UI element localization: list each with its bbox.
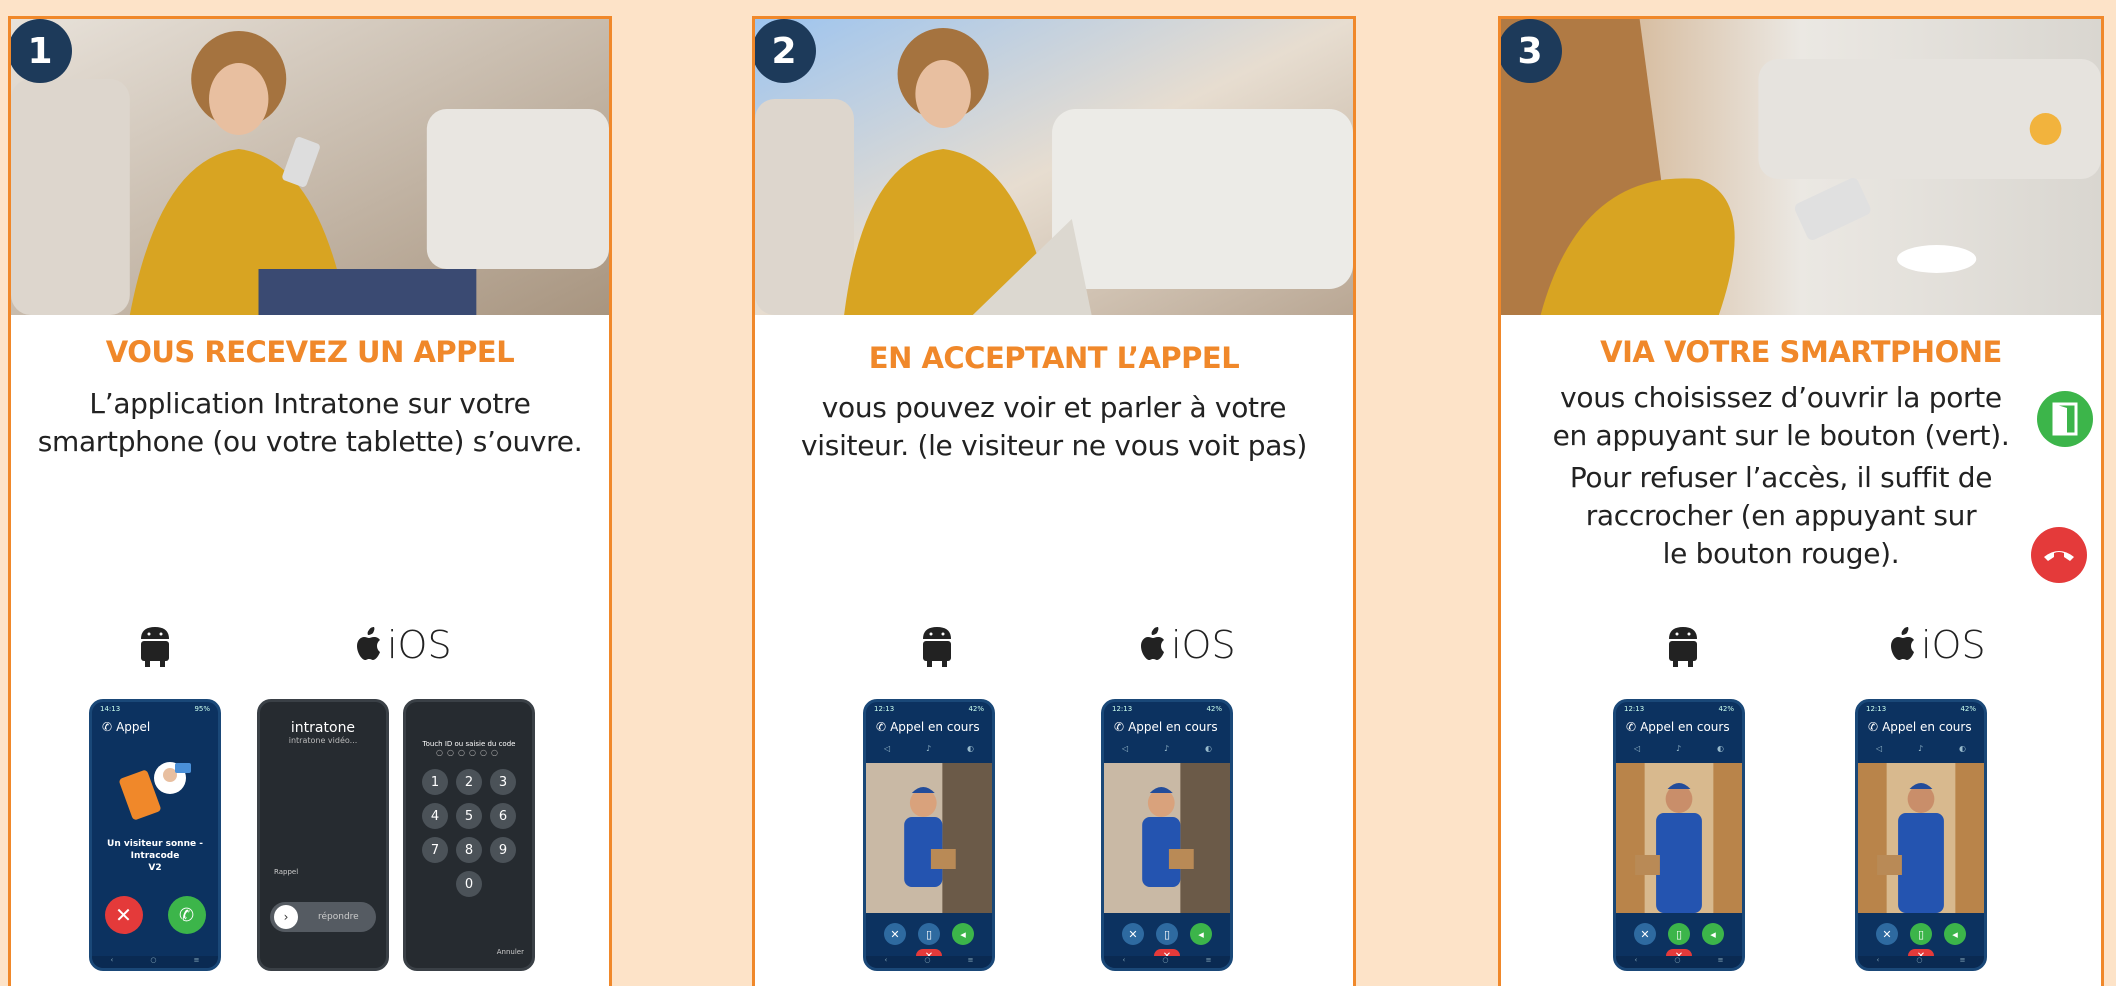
- ios-label: iOS: [1889, 623, 1986, 667]
- keypad-key[interactable]: 5: [456, 803, 482, 829]
- android-incoming-call-screen: 14:13 95% ✆ Appel Un visiteur sonne - Intr…: [89, 699, 221, 971]
- decline-button[interactable]: ✕: [104, 896, 143, 934]
- ios-call-screen: 12:1342% ✆Appel en cours ◁♪◐ ✕▯◂ ✕ ‹○≡: [1855, 699, 1987, 971]
- slide-to-answer[interactable]: › répondre: [270, 902, 376, 932]
- keypad-key[interactable]: 8: [456, 837, 482, 863]
- door-button[interactable]: ▯: [1156, 923, 1178, 945]
- mute-button[interactable]: ✕: [1876, 923, 1898, 945]
- green-door-icon: [2037, 391, 2093, 447]
- mute-button[interactable]: ✕: [1634, 923, 1656, 945]
- android-call-screen: 12:1342% ✆Appel en cours ◁♪◐ ✕▯◂ ✕ ‹○≡: [1613, 699, 1745, 971]
- phone-icon: ✆: [102, 720, 113, 734]
- mic-icon: ♪: [1164, 744, 1170, 753]
- phone-icon: ✆: [1868, 720, 1879, 734]
- keypad-key[interactable]: 1: [422, 769, 448, 795]
- mic-icon: ♪: [926, 744, 932, 753]
- step-number-badge: 2: [755, 19, 816, 83]
- speaker-button[interactable]: ◂: [952, 923, 974, 945]
- speaker-icon: ◁: [883, 744, 891, 753]
- ios-passcode-screen: Touch ID ou saisie du code ○○○○○○ 1 2 3 …: [403, 699, 535, 971]
- apple-icon: [1891, 627, 1914, 660]
- open-door-button[interactable]: ▯: [1668, 923, 1690, 945]
- speaker-icon: ◁: [1633, 744, 1641, 753]
- red-hangup-icon: [2031, 527, 2087, 583]
- keypad-key[interactable]: 6: [490, 803, 516, 829]
- keypad-key[interactable]: 4: [422, 803, 448, 829]
- step-description: vous pouvez voir et parler à votre visit…: [801, 391, 1307, 462]
- speaker-button[interactable]: ◂: [1702, 923, 1724, 945]
- ios-label: iOS: [355, 623, 452, 667]
- step-description: vous choisissez d’ouvrir la porte en app…: [1552, 381, 2010, 570]
- android-icon: [919, 623, 955, 667]
- keypad-key[interactable]: 9: [490, 837, 516, 863]
- phone-icon: ✆: [1114, 720, 1125, 734]
- mute-button[interactable]: ✕: [1122, 923, 1144, 945]
- speaker-button[interactable]: ◂: [1190, 923, 1212, 945]
- keypad-key[interactable]: 7: [422, 837, 448, 863]
- step-card-3: 3 VIA VOTRE SMARTPHONE vous choisissez d…: [1498, 16, 2104, 986]
- door-button[interactable]: ▯: [918, 923, 940, 945]
- visitor-video: [866, 763, 992, 913]
- phone-icon: ✆: [876, 720, 887, 734]
- visitor-video: [1858, 763, 1984, 913]
- step-2-photo: [755, 19, 1353, 315]
- step-title: VIA VOTRE SMARTPHONE: [1600, 335, 2002, 369]
- apple-icon: [357, 627, 380, 660]
- step-card-2: 2 EN ACCEPTANT L’APPEL vous pouvez voir …: [752, 16, 1356, 986]
- keypad-key[interactable]: 3: [490, 769, 516, 795]
- keypad-key[interactable]: 2: [456, 769, 482, 795]
- keypad-key[interactable]: 0: [456, 871, 482, 897]
- mute-button[interactable]: ✕: [884, 923, 906, 945]
- step-card-1: 1 VOUS RECEVEZ UN APPEL L’application In…: [8, 16, 612, 986]
- cancel-link[interactable]: Annuler: [497, 948, 524, 956]
- speaker-button[interactable]: ◂: [1944, 923, 1966, 945]
- contrast-icon: ◐: [1205, 744, 1213, 753]
- apple-icon: [1141, 627, 1164, 660]
- mic-icon: ♪: [1918, 744, 1924, 753]
- android-icon: [137, 623, 173, 667]
- accept-button[interactable]: ✆: [167, 896, 206, 934]
- contrast-icon: ◐: [967, 744, 975, 753]
- app-illustration: [92, 738, 218, 838]
- step-title: VOUS RECEVEZ UN APPEL: [105, 335, 515, 369]
- ios-label: iOS: [1139, 623, 1236, 667]
- step-3-photo: [1501, 19, 2101, 315]
- ios-call-screen: 12:1342% ✆Appel en cours ◁♪◐ ✕▯◂ ✕ ‹○≡: [1101, 699, 1233, 971]
- step-description: L’application Intratone sur votre smartp…: [37, 387, 583, 458]
- step-number-badge: 3: [1501, 19, 1562, 83]
- speaker-icon: ◁: [1121, 744, 1129, 753]
- visitor-video: [1104, 763, 1230, 913]
- remind-label: Rappel: [274, 868, 299, 876]
- contrast-icon: ◐: [1717, 744, 1725, 753]
- step-title: EN ACCEPTANT L’APPEL: [868, 341, 1240, 375]
- ios-lock-call-screen: intratone intratone vidéo... Rappel › ré…: [257, 699, 389, 971]
- android-icon: [1665, 623, 1701, 667]
- contrast-icon: ◐: [1959, 744, 1967, 753]
- open-door-button[interactable]: ▯: [1910, 923, 1932, 945]
- call-caption: Un visiteur sonne - Intracode V2: [107, 839, 203, 873]
- android-call-screen: 12:1342% ✆Appel en cours ◁♪◐ ✕▯◂ ✕ ‹○≡: [863, 699, 995, 971]
- phone-icon: ✆: [1626, 720, 1637, 734]
- chevron-right-icon: ›: [274, 905, 298, 929]
- step-number-badge: 1: [11, 19, 72, 83]
- visitor-video: [1616, 763, 1742, 913]
- mic-icon: ♪: [1676, 744, 1682, 753]
- step-1-photo: [11, 19, 609, 315]
- speaker-icon: ◁: [1875, 744, 1883, 753]
